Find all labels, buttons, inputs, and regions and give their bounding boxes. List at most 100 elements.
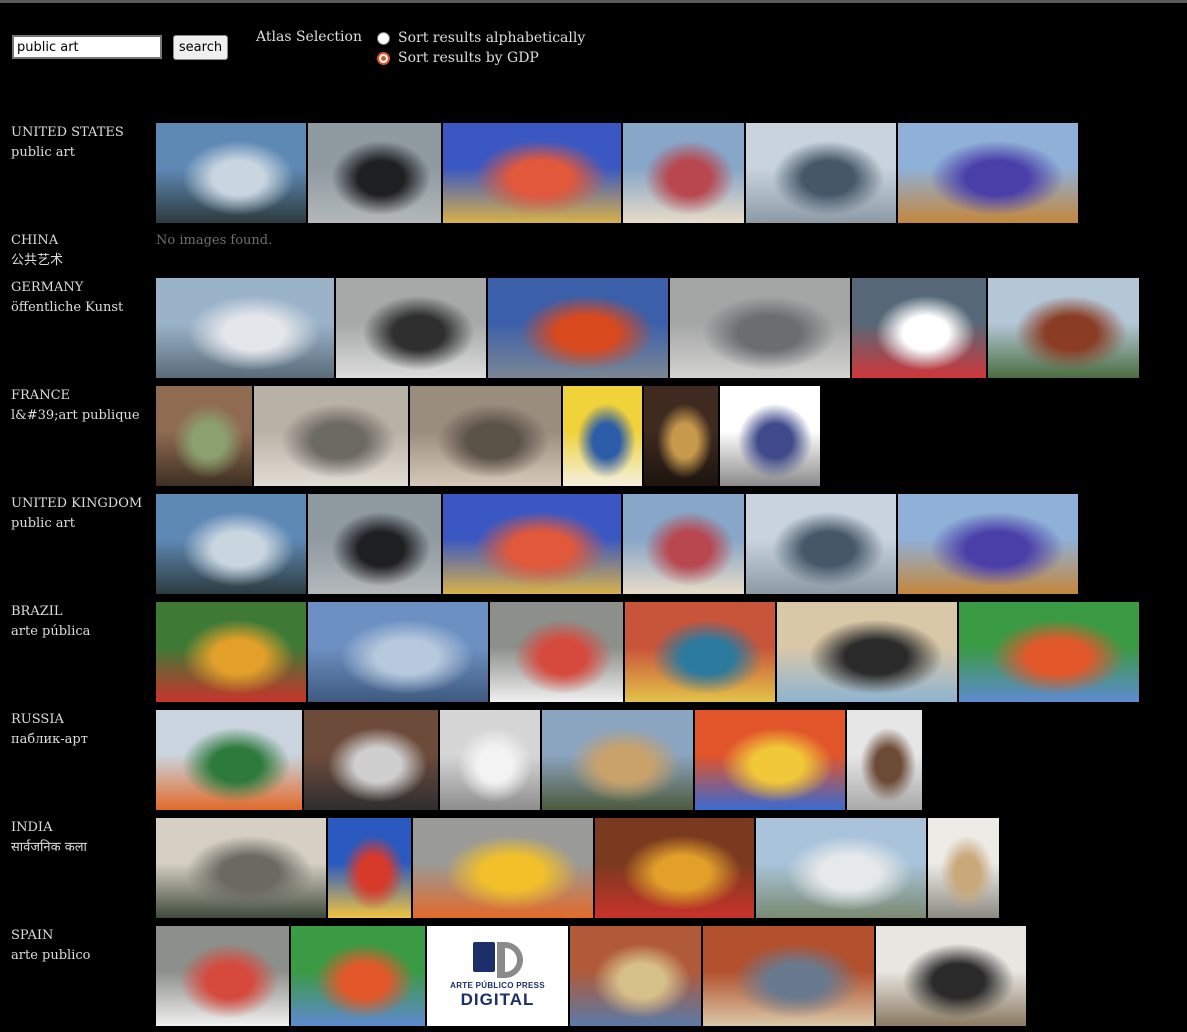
image-thumbnail[interactable]: [563, 386, 642, 486]
country-label: GERMANY öffentliche Kunst: [11, 278, 123, 318]
sort-alphabetical-label: Sort results alphabetically: [398, 30, 586, 46]
image-thumbnail[interactable]: [746, 494, 896, 594]
sort-gdp-radio[interactable]: [377, 51, 390, 65]
image-thumbnail[interactable]: [156, 494, 306, 594]
image-thumbnail[interactable]: [156, 278, 334, 378]
country-name: UNITED KINGDOM: [11, 496, 143, 511]
result-row-united-kingdom: UNITED KINGDOM public art: [0, 494, 1187, 594]
image-thumbnail[interactable]: [156, 602, 306, 702]
image-thumbnail[interactable]: [413, 818, 593, 918]
image-strip: [156, 602, 1139, 702]
image-thumbnail[interactable]: [959, 602, 1139, 702]
image-thumbnail[interactable]: [695, 710, 845, 810]
image-thumbnail[interactable]: [328, 818, 411, 918]
result-row-france: FRANCE l&#39;art publique: [0, 386, 1187, 486]
image-thumbnail[interactable]: [756, 818, 926, 918]
image-thumbnail[interactable]: [595, 818, 754, 918]
search-term: सार्वजनिक कला: [11, 840, 87, 855]
image-thumbnail[interactable]: [304, 710, 438, 810]
publisher-logo: ARTE PÚBLICO PRESS DIGITAL: [427, 926, 568, 1026]
image-thumbnail[interactable]: [156, 123, 306, 223]
image-thumbnail[interactable]: [876, 926, 1026, 1026]
image-thumbnail[interactable]: [623, 494, 744, 594]
image-thumbnail[interactable]: [542, 710, 693, 810]
image-thumbnail[interactable]: [852, 278, 986, 378]
image-thumbnail[interactable]: [898, 494, 1078, 594]
image-thumbnail[interactable]: [777, 602, 957, 702]
image-thumbnail[interactable]: [443, 494, 621, 594]
image-thumbnail[interactable]: [291, 926, 425, 1026]
image-thumbnail[interactable]: [898, 123, 1078, 223]
search-term: l&#39;art publique: [11, 408, 140, 423]
country-name: SPAIN: [11, 928, 54, 943]
image-thumbnail[interactable]: [670, 278, 850, 378]
image-thumbnail[interactable]: [254, 386, 408, 486]
image-strip: [156, 710, 922, 810]
country-name: INDIA: [11, 820, 53, 835]
search-term: паблик-арт: [11, 732, 88, 747]
sort-alphabetical-radio[interactable]: [377, 31, 390, 45]
search-term: arte pública: [11, 624, 91, 639]
image-thumbnail[interactable]: [308, 123, 441, 223]
image-thumbnail[interactable]: [644, 386, 718, 486]
no-images-message: No images found.: [156, 233, 273, 248]
search-term: 公共艺术: [11, 253, 64, 268]
country-label: UNITED KINGDOM public art: [11, 494, 142, 534]
image-thumbnail[interactable]: [336, 278, 486, 378]
result-row-india: INDIA सार्वजनिक कला: [0, 818, 1187, 918]
sort-alphabetical-option[interactable]: Sort results alphabetically: [375, 29, 585, 47]
image-strip: ARTE PÚBLICO PRESS DIGITAL: [156, 926, 1026, 1026]
country-name: BRAZIL: [11, 604, 63, 619]
image-thumbnail[interactable]: [625, 602, 775, 702]
logo-text: ARTE PÚBLICO PRESS: [450, 981, 545, 990]
sort-gdp-label: Sort results by GDP: [398, 50, 539, 66]
image-strip: [156, 494, 1078, 594]
result-row-brazil: BRAZIL arte pública: [0, 602, 1187, 702]
search-term: public art: [11, 145, 75, 160]
image-thumbnail[interactable]: [156, 926, 289, 1026]
image-thumbnail[interactable]: [156, 386, 252, 486]
image-thumbnail[interactable]: [488, 278, 668, 378]
image-thumbnail[interactable]: [988, 278, 1139, 378]
image-thumbnail[interactable]: [703, 926, 874, 1026]
sort-gdp-option[interactable]: Sort results by GDP: [375, 49, 539, 67]
image-thumbnail[interactable]: [490, 602, 623, 702]
image-strip: [156, 818, 999, 918]
image-thumbnail[interactable]: [443, 123, 621, 223]
image-strip: [156, 123, 1078, 223]
image-thumbnail[interactable]: [156, 818, 326, 918]
country-name: CHINA: [11, 233, 59, 248]
search-button[interactable]: search: [173, 35, 228, 60]
image-thumbnail[interactable]: [746, 123, 896, 223]
country-name: RUSSIA: [11, 712, 64, 727]
search-term: öffentliche Kunst: [11, 300, 124, 315]
country-name: UNITED STATES: [11, 125, 124, 140]
country-name: FRANCE: [11, 388, 71, 403]
logo-word: DIGITAL: [460, 990, 535, 1009]
country-label: RUSSIA паблик-арт: [11, 710, 88, 750]
image-thumbnail[interactable]: [720, 386, 820, 486]
image-thumbnail[interactable]: [410, 386, 561, 486]
country-label: FRANCE l&#39;art publique: [11, 386, 140, 426]
result-row-united-states: UNITED STATES public art: [0, 123, 1187, 223]
image-thumbnail[interactable]: [847, 710, 922, 810]
country-label: INDIA सार्वजनिक कला: [11, 818, 87, 858]
atlas-selection-link[interactable]: Atlas Selection: [256, 29, 362, 45]
search-term: public art: [11, 516, 75, 531]
image-thumbnail[interactable]: [928, 818, 999, 918]
image-thumbnail[interactable]: ARTE PÚBLICO PRESS DIGITAL: [427, 926, 568, 1026]
country-label: UNITED STATES public art: [11, 123, 124, 163]
image-thumbnail[interactable]: [440, 710, 540, 810]
image-thumbnail[interactable]: [570, 926, 701, 1026]
image-thumbnail[interactable]: [156, 710, 302, 810]
country-label: CHINA 公共艺术: [11, 231, 63, 271]
country-label: BRAZIL arte pública: [11, 602, 90, 642]
result-row-russia: RUSSIA паблик-арт: [0, 710, 1187, 810]
image-thumbnail[interactable]: [308, 602, 488, 702]
result-row-spain: SPAIN arte publico ARTE PÚBLICO PRESS DIG…: [0, 926, 1187, 1026]
search-term: arte publico: [11, 948, 91, 963]
window-top-border: [0, 0, 1187, 3]
search-input[interactable]: [12, 35, 162, 59]
image-thumbnail[interactable]: [308, 494, 441, 594]
image-thumbnail[interactable]: [623, 123, 744, 223]
